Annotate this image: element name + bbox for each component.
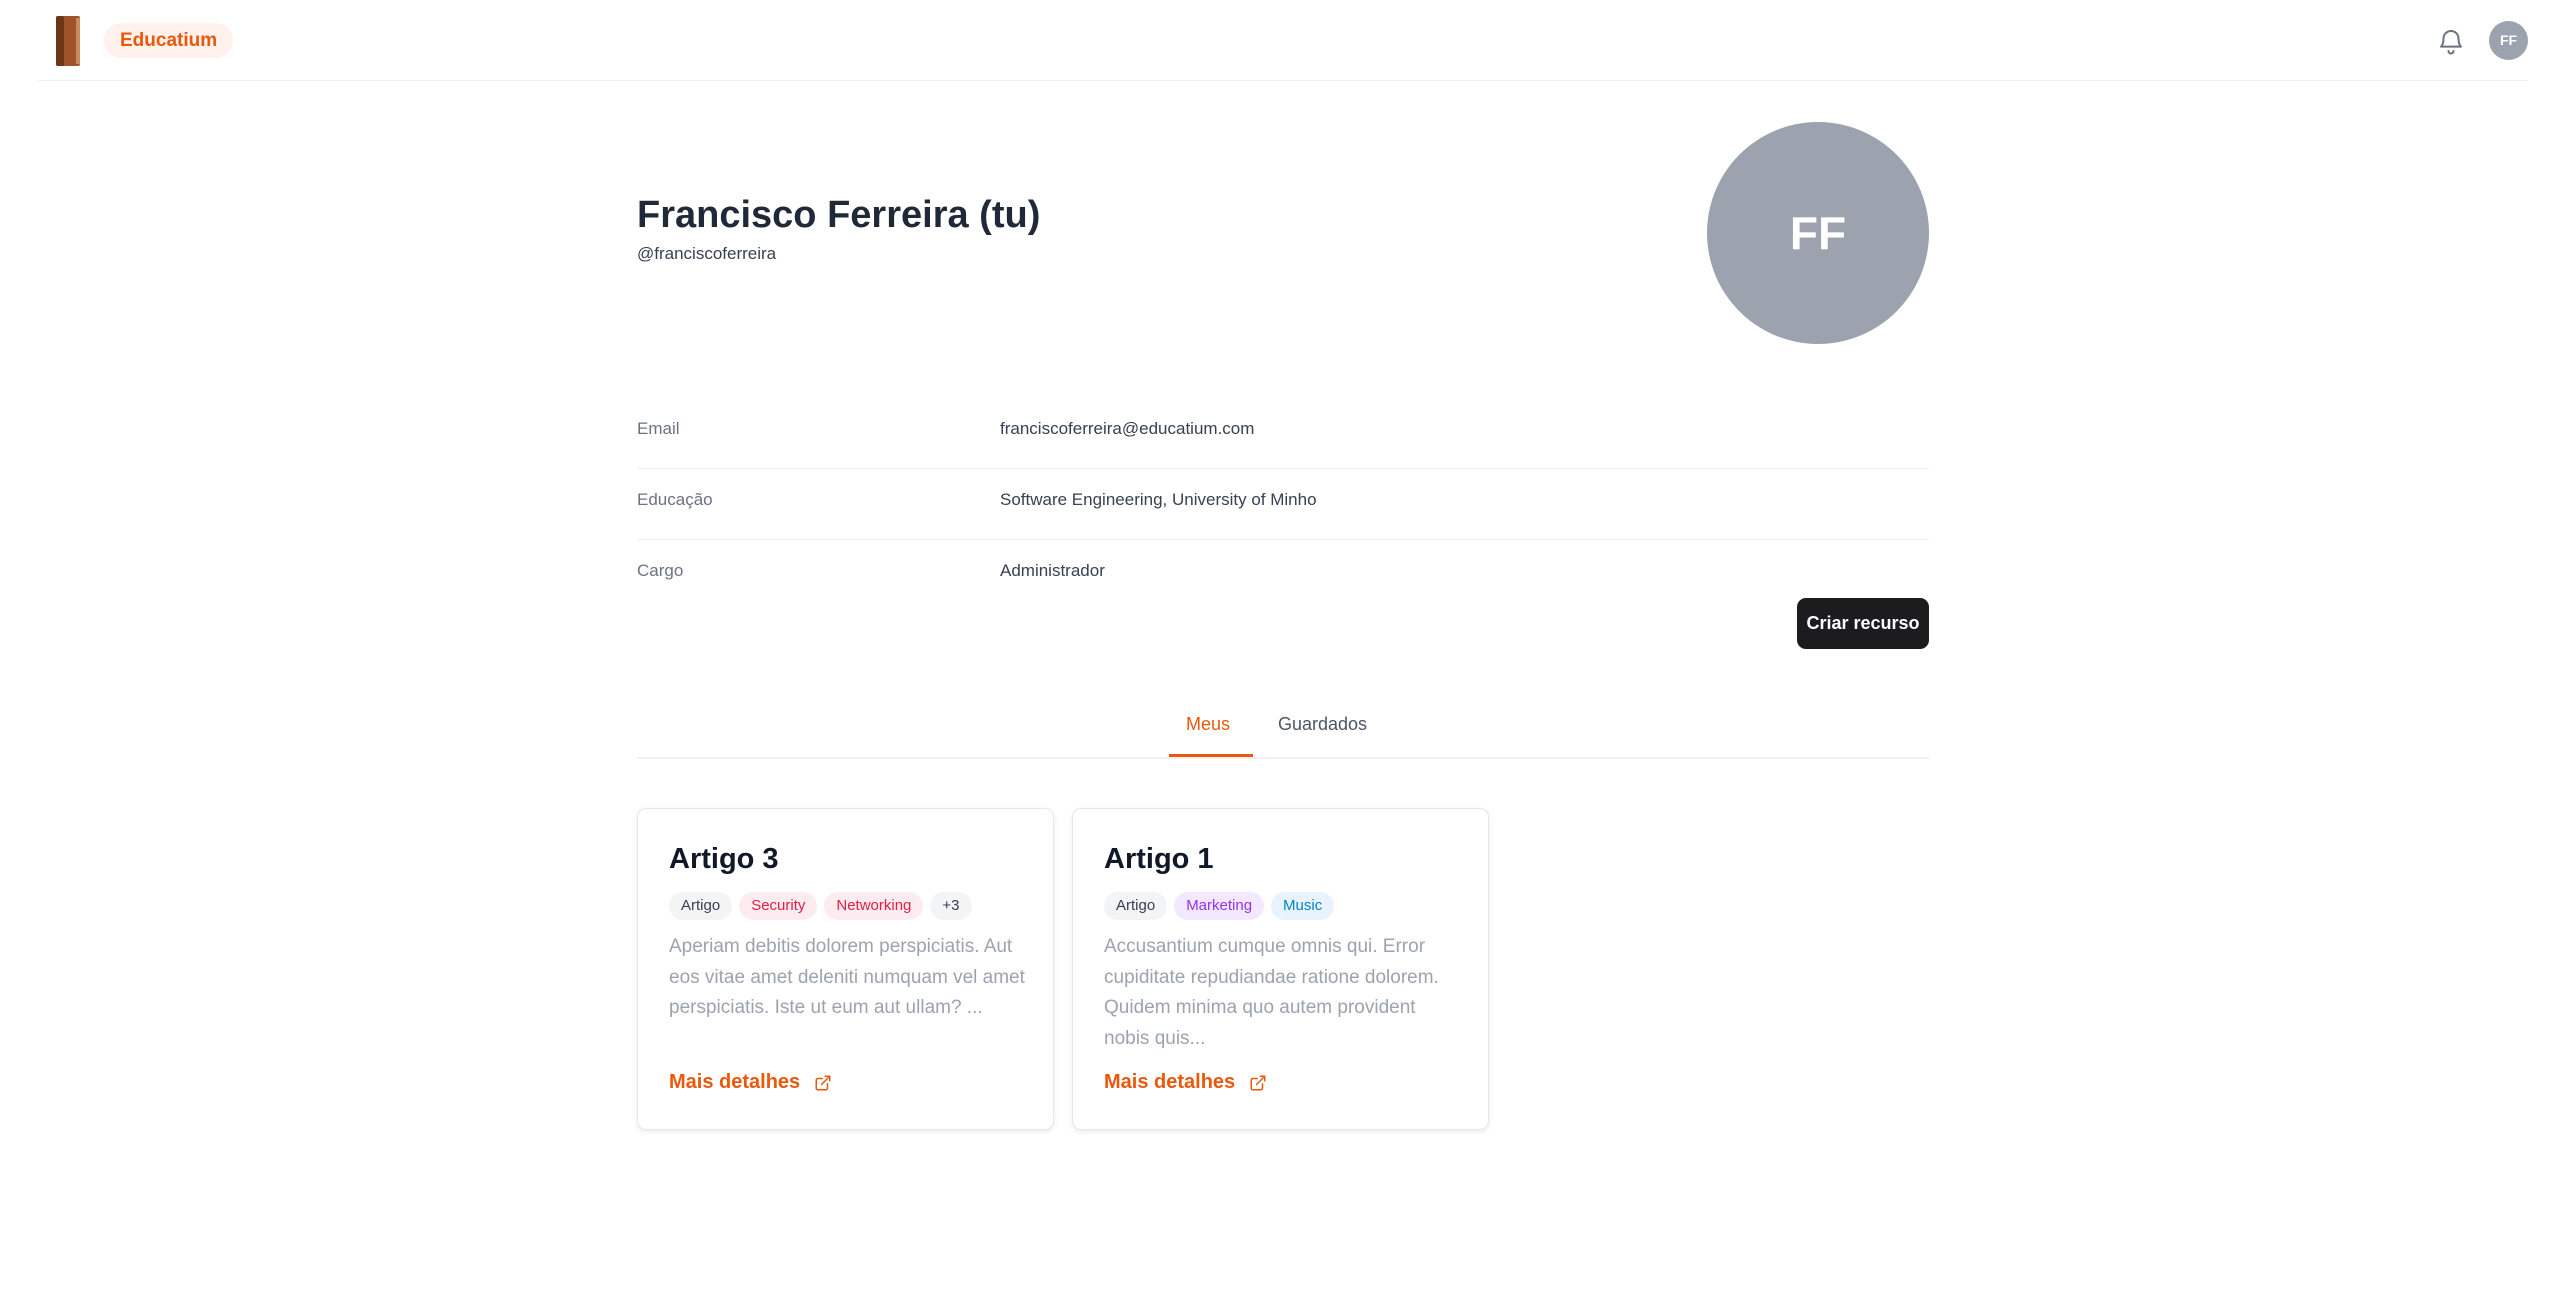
more-details-label[interactable]: Mais detalhes — [669, 1071, 800, 1094]
info-label: Cargo — [637, 561, 684, 580]
info-label: Educação — [637, 490, 713, 509]
profile-name: Francisco Ferreira (tu) — [637, 194, 1041, 236]
tag: Music — [1271, 892, 1335, 920]
info-row-education: Educação Software Engineering, Universit… — [637, 468, 1929, 540]
tab-guardados[interactable]: Guardados — [1278, 714, 1367, 735]
create-resource-button[interactable]: Criar recurso — [1797, 598, 1929, 649]
more-details-link[interactable]: Mais detalhes — [1104, 1071, 1267, 1094]
profile-tabs: Meus Guardados — [637, 700, 1929, 759]
more-details-link[interactable]: Mais detalhes — [669, 1071, 832, 1094]
brand-name[interactable]: Educatium — [104, 23, 234, 58]
active-tab-indicator — [1169, 754, 1253, 757]
card-tags: Artigo Marketing Music — [1104, 892, 1335, 920]
tag: Security — [739, 892, 818, 920]
card-title: Artigo 1 — [1104, 843, 1214, 875]
profile-handle: @franciscoferreira — [637, 244, 777, 263]
card-description: Accusantium cumque omnis qui. Error cupi… — [1104, 936, 1439, 1049]
info-value: Software Engineering, University of Minh… — [1000, 490, 1317, 509]
info-value: Administrador — [1000, 561, 1105, 580]
tag: Marketing — [1174, 892, 1265, 920]
book-icon[interactable] — [52, 14, 84, 68]
external-link-icon[interactable] — [814, 1074, 832, 1092]
info-row-role: Cargo Administrador — [637, 539, 1929, 610]
card-description: Aperiam debitis dolorem perspiciatis. Au… — [669, 936, 1025, 1018]
top-navbar: Educatium FF — [38, 0, 2528, 81]
info-label: Email — [637, 419, 680, 438]
profile-avatar: FF — [1707, 122, 1929, 344]
tab-meus[interactable]: Meus — [1186, 714, 1230, 735]
card-tags: Artigo Security Networking +3 — [669, 892, 972, 920]
resource-card: Artigo 1 Artigo Marketing Music Accusant… — [1072, 808, 1489, 1130]
external-link-icon[interactable] — [1249, 1074, 1267, 1092]
resource-card: Artigo 3 Artigo Security Networking +3 A… — [637, 808, 1054, 1130]
card-title: Artigo 3 — [669, 843, 779, 875]
info-value: franciscoferreira@educatium.com — [1000, 419, 1255, 438]
tag: Networking — [824, 892, 924, 920]
more-details-label[interactable]: Mais detalhes — [1104, 1071, 1235, 1094]
user-avatar[interactable]: FF — [2489, 21, 2528, 60]
bell-icon[interactable] — [2436, 25, 2466, 57]
tag: Artigo — [669, 892, 733, 920]
tag: Artigo — [1104, 892, 1168, 920]
info-row-email: Email franciscoferreira@educatium.com — [637, 397, 1929, 469]
tag-more-count: +3 — [930, 892, 972, 920]
